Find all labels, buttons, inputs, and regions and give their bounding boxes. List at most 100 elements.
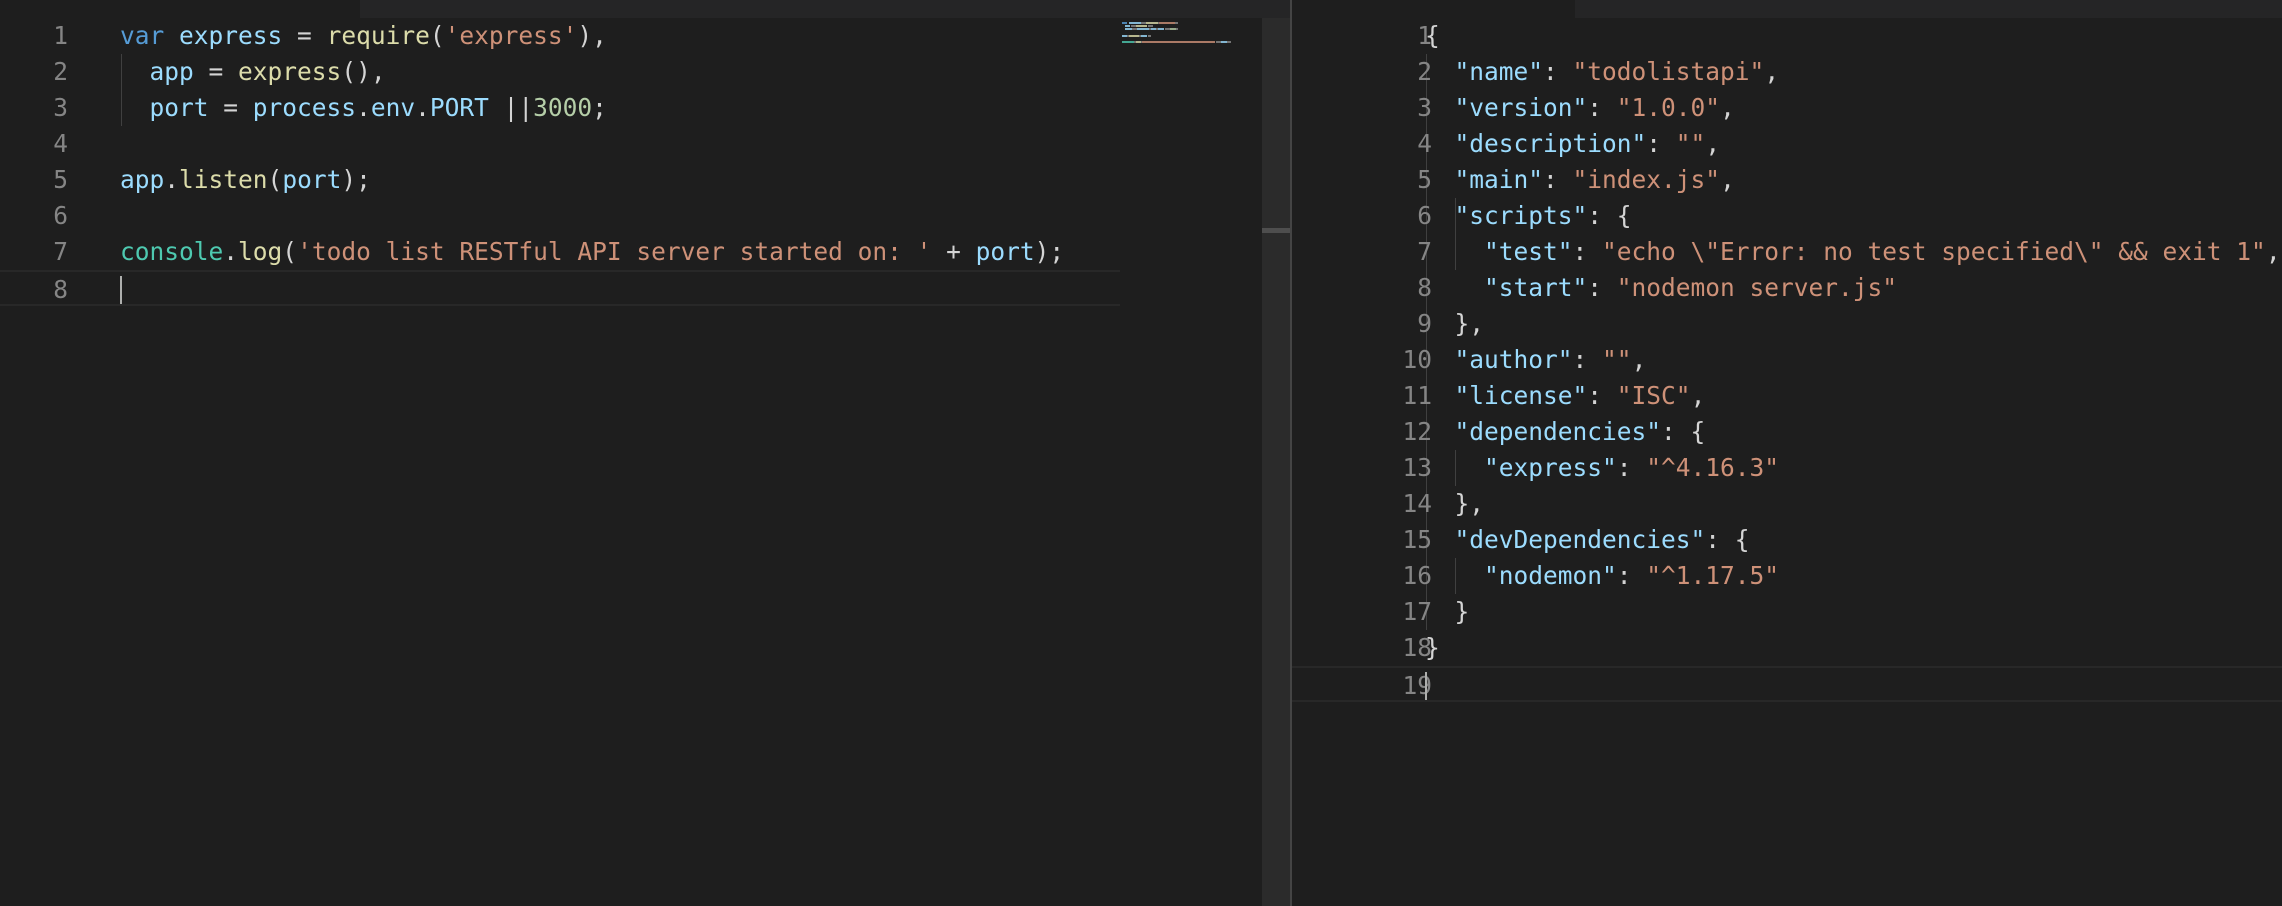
- code-token: : {: [1705, 525, 1750, 554]
- minimap-stroke: [1142, 41, 1216, 44]
- code-token: express: [179, 21, 283, 50]
- code-token: log: [238, 237, 283, 266]
- code-line[interactable]: 16 "nodemon": "^1.17.5": [1292, 558, 2282, 594]
- code-text: }: [1425, 630, 1440, 666]
- minimap[interactable]: [1122, 18, 1262, 78]
- code-token: console: [120, 237, 224, 266]
- minimap-stroke: [1157, 28, 1165, 31]
- line-number: 18: [1402, 633, 1432, 662]
- code-token: .: [223, 237, 239, 266]
- code-token: ,: [1690, 381, 1706, 410]
- code-token: ,: [1764, 57, 1780, 86]
- code-line[interactable]: 2 "name": "todolistapi",: [1292, 54, 2282, 90]
- code-token: =: [282, 21, 327, 50]
- code-token: "todolistapi": [1572, 57, 1765, 86]
- code-text: {: [1425, 18, 1440, 54]
- code-text: "author": "",: [1425, 342, 1647, 378]
- code-text: "test": "echo \"Error: no test specified…: [1425, 234, 2281, 270]
- code-line[interactable]: 11 "license": "ISC",: [1292, 378, 2282, 414]
- code-line[interactable]: 9 },: [1292, 306, 2282, 342]
- code-token: :: [1587, 273, 1617, 302]
- code-line[interactable]: 2 app = express(),: [0, 54, 1120, 90]
- code-token: "ISC": [1616, 381, 1691, 410]
- code-token: "license": [1454, 381, 1588, 410]
- code-token: "index.js": [1572, 165, 1721, 194]
- minimap-stroke: [1145, 22, 1158, 24]
- code-line[interactable]: 3 "version": "1.0.0",: [1292, 90, 2282, 126]
- line-number: 4: [53, 129, 68, 158]
- code-line[interactable]: 4: [0, 126, 1120, 162]
- code-text: "express": "^4.16.3": [1425, 450, 1779, 486]
- minimap-stroke: [1147, 34, 1151, 37]
- code-token: : {: [1587, 201, 1632, 230]
- line-number: 5: [1417, 165, 1432, 194]
- code-token: .: [164, 165, 180, 194]
- code-token: port: [282, 165, 342, 194]
- code-line[interactable]: 8: [0, 270, 1120, 306]
- code-line[interactable]: 6 "scripts": {: [1292, 198, 2282, 234]
- code-token: "": [1675, 129, 1706, 158]
- code-token: port: [975, 237, 1035, 266]
- minimap-stroke: [1176, 28, 1179, 31]
- code-line[interactable]: 8 "start": "nodemon server.js": [1292, 270, 2282, 306]
- scrollbar-slider[interactable]: [1262, 228, 1290, 233]
- code-token: :: [1587, 381, 1617, 410]
- code-editor-package-json[interactable]: 1{2 "name": "todolistapi", 3 "version": "…: [1292, 18, 2282, 906]
- tab-strip: [0, 0, 1290, 18]
- code-line[interactable]: 12 "dependencies": {: [1292, 414, 2282, 450]
- minimap-stroke: [1137, 28, 1150, 31]
- vertical-scrollbar[interactable]: [1262, 18, 1290, 906]
- line-number: 11: [1402, 381, 1432, 410]
- code-token: ;: [592, 93, 607, 122]
- code-token: :: [1543, 165, 1573, 194]
- code-line[interactable]: 10 "author": "",: [1292, 342, 2282, 378]
- line-number: 15: [1402, 525, 1432, 554]
- code-token: );: [341, 165, 371, 194]
- code-line[interactable]: 3 port = process.env.PORT ||3000;: [0, 90, 1120, 126]
- code-token: ,: [1631, 345, 1647, 374]
- line-number: 7: [53, 237, 68, 266]
- line-number: 6: [53, 201, 68, 230]
- code-token: (: [267, 165, 283, 194]
- tab-active[interactable]: [1292, 0, 1575, 18]
- code-line[interactable]: 5 "main": "index.js",: [1292, 162, 2282, 198]
- line-number: 14: [1402, 489, 1432, 518]
- code-line[interactable]: 15 "devDependencies": {: [1292, 522, 2282, 558]
- code-line[interactable]: 4 "description": "",: [1292, 126, 2282, 162]
- code-editor-server-js[interactable]: 1 var express = require('express'), 2 app …: [0, 18, 1290, 906]
- code-line[interactable]: 1 var express = require('express'),: [0, 18, 1120, 54]
- code-token: :: [1587, 93, 1617, 122]
- minimap-stroke: [1140, 34, 1148, 37]
- code-line[interactable]: 7 "test": "echo \"Error: no test specifi…: [1292, 234, 2282, 270]
- code-line[interactable]: 18}: [1292, 630, 2282, 666]
- code-token: "1.0.0": [1616, 93, 1721, 122]
- minimap-stroke: [1128, 22, 1141, 24]
- code-line[interactable]: 6: [0, 198, 1120, 234]
- line-number: 12: [1402, 417, 1432, 446]
- code-token: {: [1425, 21, 1440, 50]
- code-line[interactable]: 14 },: [1292, 486, 2282, 522]
- code-line[interactable]: 13 "express": "^4.16.3": [1292, 450, 2282, 486]
- code-line[interactable]: 1{: [1292, 18, 2282, 54]
- code-token: (: [429, 21, 445, 50]
- code-line[interactable]: 17 }: [1292, 594, 2282, 630]
- code-line[interactable]: 19: [1292, 666, 2282, 702]
- editor-group-right[interactable]: 1{2 "name": "todolistapi", 3 "version": "…: [1292, 0, 2282, 906]
- code-token: .: [356, 93, 371, 122]
- code-token: 'todo list RESTful API server started on…: [297, 237, 932, 266]
- code-line[interactable]: 7 console.log('todo list RESTful API serv…: [0, 234, 1120, 270]
- tab-active[interactable]: [0, 0, 360, 18]
- line-number: 7: [1417, 237, 1432, 266]
- code-line[interactable]: 5 app.listen(port);: [0, 162, 1120, 198]
- editor-group-left[interactable]: 1 var express = require('express'), 2 app …: [0, 0, 1290, 906]
- code-token: "author": [1454, 345, 1573, 374]
- code-token: express: [238, 57, 342, 86]
- code-token: "name": [1454, 57, 1544, 86]
